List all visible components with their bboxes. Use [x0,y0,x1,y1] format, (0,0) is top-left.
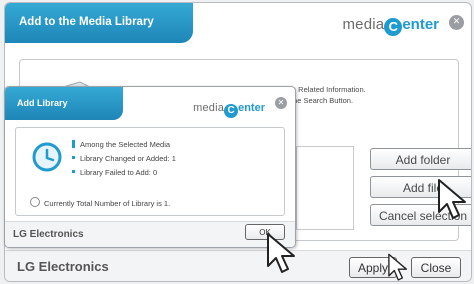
brand-label: LG Electronics [13,229,84,240]
dialog-panel: Among the Selected Media Library Changed… [15,127,285,216]
close-button[interactable]: Close [411,257,461,278]
window-title: Add to the Media Library [19,16,154,28]
dialog-title: Add Library [17,98,68,108]
brand-label: LG Electronics [17,259,109,274]
close-icon[interactable]: ✕ [275,97,287,109]
window-title-tab: Add to the Media Library [5,3,193,43]
result-line: Among the Selected Media [72,138,176,152]
add-library-dialog: Add Library media Center ✕ Among the Sele… [4,86,296,248]
media-center-logo: media Center [342,14,439,36]
close-icon[interactable]: ✕ [449,15,464,30]
logo-c-icon: C [384,18,403,36]
radio-icon [30,197,40,207]
logo-prefix: media [342,16,385,33]
media-center-logo: media Center [193,96,265,118]
mouse-cursor-icon [388,253,408,281]
total-library-row: Currently Total Number of Library is 1. [30,197,170,208]
logo-suffix: enter [238,102,265,114]
logo-prefix: media [193,102,225,114]
result-line: Library Changed or Added: 1 [72,152,176,166]
result-line: Library Failed to Add: 0 [72,166,176,180]
total-library-text: Currently Total Number of Library is 1. [44,199,171,208]
mouse-cursor-icon [438,179,466,219]
logo-c-icon: C [224,104,239,118]
clock-icon [32,142,62,176]
file-list-area[interactable] [296,146,354,230]
logo-suffix: enter [402,16,439,33]
mouse-cursor-icon [267,233,295,273]
result-lines: Among the Selected Media Library Changed… [72,138,176,180]
dialog-footer: LG Electronics OK [5,221,295,247]
add-folder-button[interactable]: Add folder [370,148,471,170]
dialog-title-tab: Add Library [5,87,123,120]
